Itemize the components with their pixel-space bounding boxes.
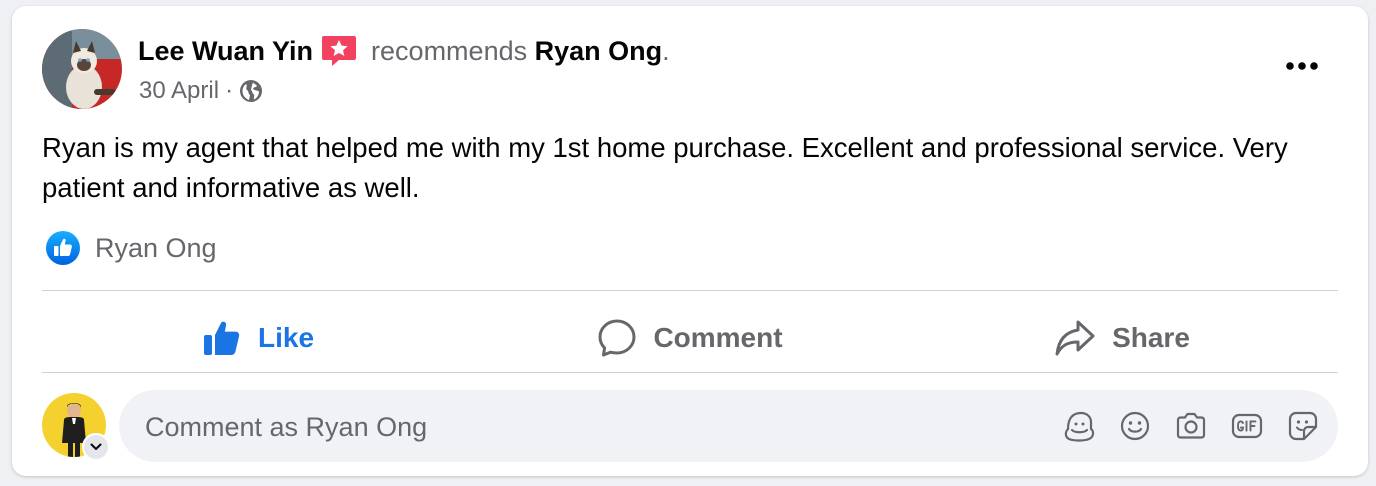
sticker-icon[interactable] (1286, 409, 1320, 443)
post-date[interactable]: 30 April (139, 77, 219, 105)
chevron-down-icon[interactable] (82, 433, 110, 461)
comment-tools (1040, 390, 1320, 462)
comment-bubble-icon (597, 318, 637, 358)
camera-icon[interactable] (1174, 409, 1208, 443)
emoji-icon[interactable] (1118, 409, 1152, 443)
recommended-page-link[interactable]: Ryan Ong (535, 36, 663, 67)
avatar-sticker-icon[interactable] (1062, 409, 1096, 443)
like-reaction-icon (45, 230, 81, 266)
header-period: . (662, 35, 670, 66)
recommends-verb: recommends (371, 35, 528, 66)
action-bar: Like Comment Share (42, 298, 1338, 378)
commenter-avatar[interactable] (42, 393, 110, 461)
like-thumb-icon (202, 318, 242, 358)
post-body: Ryan is my agent that helped me with my … (42, 132, 1288, 203)
author-name[interactable]: Lee Wuan Yin (138, 36, 313, 67)
reactor-name: Ryan Ong (95, 232, 217, 263)
comment-button[interactable]: Comment (474, 298, 906, 378)
share-button[interactable]: Share (906, 298, 1338, 378)
divider-bottom (42, 372, 1338, 373)
author-avatar[interactable] (42, 29, 122, 109)
recommendation-star-icon (321, 34, 357, 68)
share-arrow-icon (1054, 319, 1096, 357)
post-header: Lee Wuan Yin recommends Ryan Ong . (138, 33, 670, 69)
gif-icon[interactable] (1230, 409, 1264, 443)
more-horizontal-icon (1286, 62, 1318, 70)
globe-icon[interactable] (239, 79, 263, 103)
like-label: Like (257, 322, 315, 353)
comment-label: Comment (653, 322, 783, 353)
post-meta: 30 April · (139, 76, 263, 106)
like-button[interactable]: Like (42, 298, 474, 378)
comment-input[interactable] (143, 390, 1027, 464)
post-card: Lee Wuan Yin recommends Ryan Ong . 30 Ap… (12, 6, 1368, 476)
share-label: Share (1112, 322, 1190, 353)
meta-separator: · (225, 77, 234, 104)
comment-composer (119, 390, 1338, 464)
divider-top (42, 290, 1338, 291)
more-options-button[interactable] (1276, 46, 1328, 86)
reactions-summary[interactable]: Ryan Ong (45, 230, 217, 266)
